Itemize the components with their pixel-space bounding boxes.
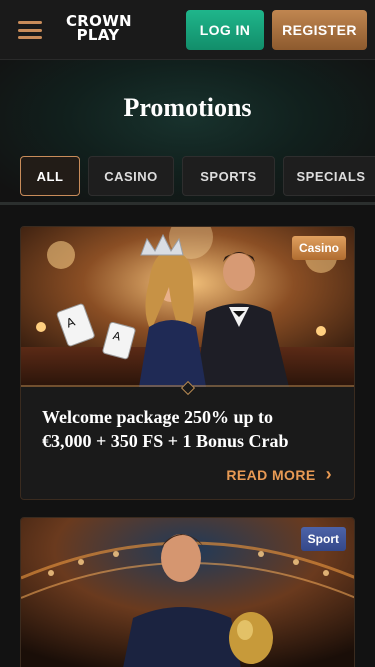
badge-casino: Casino xyxy=(291,236,346,260)
crownplay-logo[interactable]: CROWN PLAY xyxy=(66,14,132,46)
top-header: CROWN PLAY LOG IN REGISTER xyxy=(0,0,375,60)
register-button[interactable]: REGISTER xyxy=(272,10,367,50)
logo-text-play: PLAY xyxy=(76,26,120,44)
promo-title-line1: Welcome package 250% up to xyxy=(42,407,273,427)
promo-category-tabs: ALL CASINO SPORTS SPECIALS xyxy=(20,156,375,196)
tab-specials[interactable]: SPECIALS xyxy=(283,156,375,196)
chevron-right-icon: › xyxy=(325,464,332,484)
read-more-link[interactable]: READ MORE › xyxy=(226,464,332,485)
promo-title-line2: €3,000 + 350 FS + 1 Bonus Crab xyxy=(42,431,289,451)
read-more-label: READ MORE xyxy=(226,466,316,483)
promo-card-sport[interactable]: Sport xyxy=(20,517,355,667)
menu-icon[interactable] xyxy=(18,21,42,39)
badge-sport: Sport xyxy=(300,527,346,551)
login-button[interactable]: LOG IN xyxy=(186,10,264,50)
page-title: Promotions xyxy=(123,93,252,122)
tabs-divider xyxy=(0,202,375,205)
promo-card-welcome[interactable]: A A Casino Welcome package 250% up to €3… xyxy=(20,226,355,500)
tab-all[interactable]: ALL xyxy=(20,156,80,196)
tab-sports[interactable]: SPORTS xyxy=(182,156,275,196)
promo-title: Welcome package 250% up to €3,000 + 350 … xyxy=(42,405,342,453)
tab-casino[interactable]: CASINO xyxy=(88,156,174,196)
